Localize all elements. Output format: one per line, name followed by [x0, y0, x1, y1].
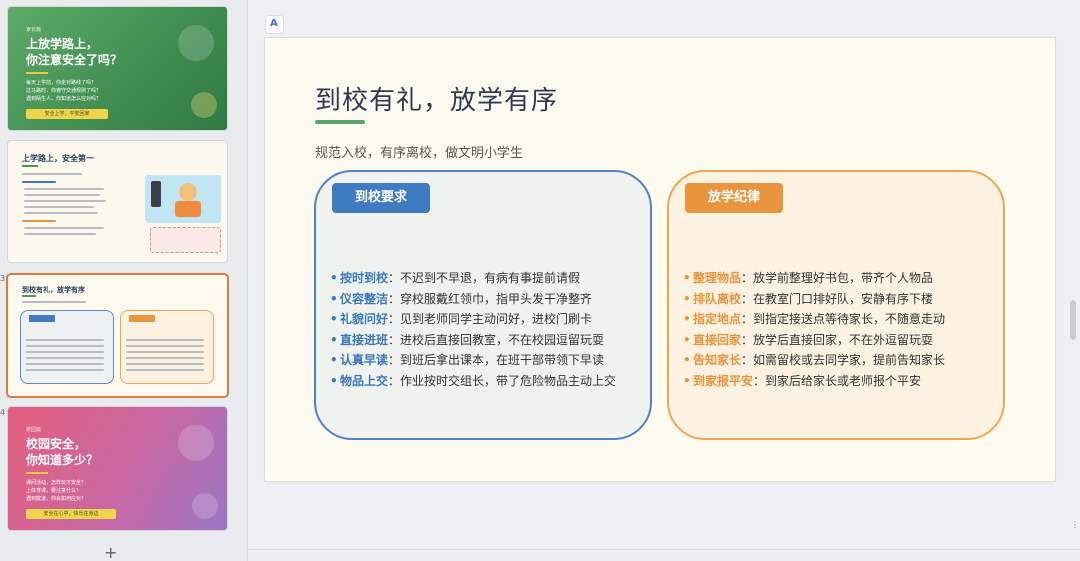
- list-item: • 礼貌问好：见到老师同学主动问好，进校门刷卡: [330, 312, 593, 327]
- thumb-title: 上学路上，安全第一: [22, 154, 94, 163]
- list-item: • 直接进班：进校后直接回教室，不在校园逗留玩耍: [330, 332, 605, 347]
- vertical-scrollbar[interactable]: [1070, 300, 1076, 340]
- list-item: • 指定地点：到指定接送点等待家长，不随意走动: [683, 312, 946, 327]
- dismissal-rules-heading: 放学纪律: [685, 183, 783, 213]
- thumb-line: 课间活动，怎样玩才安全？: [26, 480, 87, 486]
- backpack-icon: [175, 201, 201, 217]
- slide-subtitle: 规范入校，有序离校，做文明小学生: [315, 146, 524, 161]
- thumb-text-line: [126, 339, 204, 341]
- more-options-icon[interactable]: ⋮: [1071, 520, 1079, 529]
- thumb-right-card: [120, 310, 214, 384]
- thumb-title-1: 上放学路上，: [26, 37, 99, 51]
- thumb-text-line: [24, 200, 106, 202]
- traffic-light-icon: [151, 181, 161, 207]
- arrival-rules-card: 到校要求 • 按时到校：不迟到不早退，有病有事提前请假 • 仪容整洁：穿校服戴红领巾…: [314, 170, 652, 440]
- title-underline: [315, 120, 365, 124]
- thumb-card-head: [29, 315, 55, 322]
- thumb-button: 安全在心中，快乐在身边: [26, 509, 116, 519]
- thumb-accent-line: [26, 472, 48, 474]
- list-item: • 物品上交：作业按时交组长，带了危险物品主动上交: [330, 373, 617, 388]
- thumb-text-line: [126, 357, 204, 359]
- dismissal-rules-card: 放学纪律 • 整理物品：放学前整理好书包，带齐个人物品 • 排队离校：在教室门口排好…: [667, 170, 1005, 440]
- thumb-note-box: [150, 227, 221, 253]
- slide-thumbnail-3[interactable]: 到校有礼，放学有序: [8, 275, 227, 396]
- slide-thumbnail-2[interactable]: 上学路上，安全第一: [8, 141, 227, 262]
- thumb-accent-line: [22, 165, 38, 167]
- app-logo-icon[interactable]: A: [266, 16, 283, 33]
- thumb-text-line: [26, 363, 104, 365]
- add-slide-button[interactable]: +: [104, 543, 117, 561]
- decor-circle: [178, 25, 214, 61]
- thumb-text-line: [22, 173, 82, 175]
- list-item: • 直接回家：放学后直接回家，不在外逗留玩耍: [683, 332, 934, 347]
- slide-number: 4: [0, 408, 6, 417]
- thumb-title-2: 你注意安全了吗？: [26, 53, 123, 67]
- thumb-line: 上体育课，要注意什么？: [26, 488, 82, 494]
- thumb-title-1: 校园安全，: [26, 437, 87, 451]
- list-item: • 认真早读：到班后拿出课本，在班干部带领下早读: [330, 353, 605, 368]
- thumb-text-line: [26, 351, 104, 353]
- thumb-line: 遇到欺凌，你会如何应对？: [26, 496, 87, 502]
- list-item: • 告知家长：如需留校或去同学家，提前告知家长: [683, 353, 946, 368]
- thumb-text-line: [26, 369, 104, 371]
- thumb-text-line: [24, 212, 98, 214]
- thumb-text-line: [24, 194, 100, 196]
- thumb-card-head: [129, 315, 155, 322]
- thumb-tag: 家长篇: [26, 27, 42, 33]
- thumb-text-line: [22, 181, 56, 183]
- list-item: • 仪容整洁：穿校服戴红领巾，指甲头发干净整齐: [330, 291, 593, 306]
- thumb-accent-line: [26, 72, 48, 74]
- thumb-button: 安全上学，平安回家: [26, 109, 108, 119]
- list-item: • 排队离校：在教室门口排好队，安静有序下楼: [683, 291, 934, 306]
- thumb-line: 遇到陌生人，你知道怎么应对吗？: [26, 96, 102, 102]
- thumb-title: 到校有礼，放学有序: [22, 286, 85, 294]
- thumb-text-line: [26, 357, 104, 359]
- arrival-rules-heading: 到校要求: [332, 183, 430, 213]
- thumb-text-line: [24, 233, 96, 235]
- dismissal-rules-list: • 整理物品：放学前整理好书包，带齐个人物品 • 排队离校：在教室门口排好队，安静有…: [683, 268, 945, 392]
- slide-canvas[interactable]: 到校有礼，放学有序 规范入校，有序离校，做文明小学生 到校要求 • 按时到校：不迟…: [265, 38, 1055, 481]
- thumb-text-line: [22, 220, 56, 222]
- slide-thumbnail-panel: 3 4 家长篇 上放学路上， 你注意安全了吗？ 每天上学前，你走对路线了吗？ 过…: [0, 0, 248, 561]
- status-bar: [248, 549, 1080, 561]
- decor-circle: [192, 493, 218, 519]
- thumb-text-line: [126, 345, 204, 347]
- thumb-line: 过马路时，你遵守交通规则了吗？: [26, 88, 102, 94]
- slide-thumbnail-4[interactable]: 校园篇 校园安全， 你知道多少？ 课间活动，怎样玩才安全？ 上体育课，要注意什么…: [8, 407, 227, 530]
- thumb-text-line: [126, 369, 204, 371]
- slide-number: 3: [0, 274, 6, 283]
- thumb-text-line: [22, 301, 86, 303]
- decor-circle: [178, 425, 214, 461]
- thumb-text-line: [24, 206, 94, 208]
- slide-thumbnail-1[interactable]: 家长篇 上放学路上， 你注意安全了吗？ 每天上学前，你走对路线了吗？ 过马路时，…: [8, 7, 227, 130]
- thumb-text-line: [24, 188, 104, 190]
- list-item: • 整理物品：放学前整理好书包，带齐个人物品: [683, 271, 934, 285]
- decor-circle: [191, 92, 217, 118]
- thumb-illustration: [145, 175, 221, 223]
- thumb-text-line: [26, 345, 104, 347]
- thumb-text-line: [126, 363, 204, 365]
- arrival-rules-list: • 按时到校：不迟到不早退，有病有事提前请假 • 仪容整洁：穿校服戴红领巾，指甲头发…: [330, 268, 616, 392]
- slide-title: 到校有礼，放学有序: [315, 86, 559, 116]
- thumb-title-2: 你知道多少？: [26, 453, 99, 467]
- thumb-text-line: [24, 227, 104, 229]
- thumb-left-card: [20, 310, 114, 384]
- list-item: • 到家报平安：到家后给家长或老师报个平安: [683, 373, 922, 388]
- thumb-text-line: [126, 351, 204, 353]
- thumb-line: 每天上学前，你走对路线了吗？: [26, 80, 97, 86]
- thumb-tag: 校园篇: [26, 427, 42, 433]
- child-icon: [179, 183, 197, 201]
- list-item: • 按时到校：不迟到不早退，有病有事提前请假: [330, 271, 581, 285]
- thumb-text-line: [26, 339, 104, 341]
- thumb-accent-line: [22, 295, 36, 297]
